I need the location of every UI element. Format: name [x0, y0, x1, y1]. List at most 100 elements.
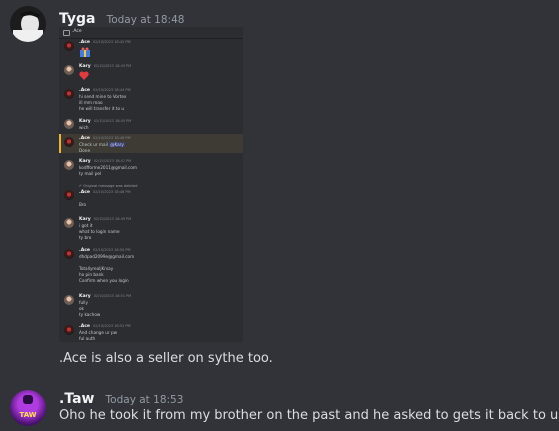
- avatar: [64, 325, 74, 335]
- mention: @Kary: [109, 142, 125, 147]
- embed-time: 02/10/2023 18:47 PM: [93, 159, 132, 163]
- embed-time: 02/10/2023 18:49 PM: [93, 217, 132, 221]
- message-header: .Taw Today at 18:53: [59, 388, 183, 407]
- embed-author-text: .Ace: [79, 136, 90, 141]
- message-tyga: Tyga Today at 18:48 .Ace .Ace 02/10/2023 …: [0, 0, 559, 370]
- avatar-crown-icon: [23, 395, 33, 404]
- avatar: [64, 249, 74, 259]
- embed-message: Kary 02/10/2023 18:49 PM i got it what to…: [59, 216, 243, 242]
- embed-author: Kary 02/10/2023 18:45 PM: [79, 119, 131, 124]
- embed-author-text: Kary: [79, 159, 91, 164]
- timestamp: Today at 18:53: [105, 394, 184, 406]
- embed-line: fully: [79, 300, 88, 305]
- embed-author-text: .Ace: [79, 88, 90, 93]
- reply-preview: ↱ Original message was deleted: [79, 184, 138, 188]
- dm-icon: [63, 30, 70, 36]
- embed-line-text: Check ur mail: [79, 142, 108, 147]
- embed-message: .Ace 02/10/2023 18:50 PM dhdpad2099e@gmai…: [59, 247, 243, 285]
- embed-line: Bro: [79, 202, 87, 207]
- embed-author: Kary 02/10/2023 18:47 PM: [79, 159, 131, 164]
- avatar-label: TAW: [19, 411, 37, 419]
- message-header: Tyga Today at 18:48: [59, 8, 184, 27]
- embed-line: ful auth: [79, 336, 96, 341]
- embed-line: kodfforme2011@gmail.com: [79, 165, 137, 170]
- embed-line: hi send mine to Vortex: [79, 94, 127, 99]
- avatar: [64, 41, 74, 51]
- embed-line: ty bro: [79, 235, 92, 240]
- embed-message: .Ace 02/10/2023 18:44 PM hi send mine to …: [59, 87, 243, 113]
- embed-line: he will transfer it to u: [79, 106, 125, 111]
- embed-author: .Ace 02/10/2023 18:42 PM: [79, 40, 131, 45]
- gift-sticker-icon: [80, 47, 90, 57]
- embed-header: .Ace: [59, 27, 243, 39]
- embed-message: Kary 02/10/2023 18:47 PM kodfforme2011@gm…: [59, 158, 243, 180]
- embed-author: Kary 02/10/2023 18:49 PM: [79, 217, 131, 222]
- embed-author-text: Kary: [79, 217, 91, 222]
- embed-line: ill mm mao: [79, 100, 103, 105]
- embed-author: .Ace 02/10/2023 18:52 PM: [79, 324, 131, 329]
- embed-line: wich: [79, 125, 89, 130]
- embed-author-text: .Ace: [79, 248, 90, 253]
- embed-author: .Ace 02/10/2023 18:48 PM: [79, 190, 131, 195]
- embed-channel: .Ace: [72, 29, 82, 34]
- embed-time: 02/10/2023 18:42 PM: [92, 40, 131, 44]
- embed-author: .Ace 02/10/2023 18:46 PM: [79, 136, 131, 141]
- embed-line: dhdpad2099e@gmail.com: [79, 254, 135, 259]
- avatar-tyga[interactable]: [10, 6, 46, 42]
- embed-time: 02/10/2023 18:52 PM: [92, 324, 131, 328]
- embed-message: Kary 02/10/2023 18:45 PM wich: [59, 118, 243, 132]
- embed-line: what to login name: [79, 229, 120, 234]
- avatar-image: [10, 6, 46, 42]
- embed-author-text: Kary: [79, 294, 91, 299]
- embed-line: And change ur pw: [79, 330, 118, 335]
- avatar: [64, 119, 74, 129]
- embed-message: Kary 02/10/2023 18:51 PM fully ok ty kach…: [59, 293, 243, 319]
- embed-line: Confirm when you login: [79, 278, 129, 283]
- embed-author: Kary 02/10/2023 18:43 PM: [79, 64, 131, 69]
- embed-message: Kary 02/10/2023 18:43 PM: [59, 63, 243, 85]
- embed-line: ok: [79, 306, 84, 311]
- embed-line: i got it: [79, 223, 93, 228]
- embed-author-text: Kary: [79, 119, 91, 124]
- avatar: [64, 65, 74, 75]
- embed-author-text: .Ace: [79, 190, 90, 195]
- message-taw: TAW .Taw Today at 18:53 Oho he took it f…: [0, 380, 559, 431]
- embed-time: 02/10/2023 18:44 PM: [92, 88, 131, 92]
- author-name[interactable]: Tyga: [59, 11, 95, 27]
- avatar: [64, 218, 74, 228]
- embed-author-text: Kary: [79, 64, 91, 69]
- embed-message: .Ace 02/10/2023 18:52 PM And change ur pw…: [59, 323, 243, 342]
- avatar: [64, 160, 74, 170]
- embed-author: .Ace 02/10/2023 18:50 PM: [79, 248, 131, 253]
- avatar: [64, 137, 74, 147]
- embed-time: 02/10/2023 18:51 PM: [93, 294, 132, 298]
- embed-line: ty kachow: [79, 312, 101, 317]
- embed-message: .Ace 02/10/2023 18:42 PM: [59, 39, 243, 59]
- embed-line: TotallyrealjKrsay: [79, 266, 114, 271]
- avatar: [64, 89, 74, 99]
- embed-line: ty mail pel: [79, 171, 102, 176]
- embed-time: 02/10/2023 18:50 PM: [92, 248, 131, 252]
- heart-icon: [79, 71, 89, 80]
- avatar-taw[interactable]: TAW: [10, 390, 46, 426]
- embed-author-text: .Ace: [79, 40, 90, 45]
- embed-line: ho pin bank: [79, 272, 104, 277]
- embed-time: 02/10/2023 18:43 PM: [93, 64, 132, 68]
- embed-author-text: .Ace: [79, 324, 90, 329]
- embed-time: 02/10/2023 18:48 PM: [92, 190, 131, 194]
- reply-text: Original message was deleted: [83, 184, 138, 188]
- embed-author: Kary 02/10/2023 18:51 PM: [79, 294, 131, 299]
- embed-line: Done: [79, 148, 91, 153]
- embed-author: .Ace 02/10/2023 18:44 PM: [79, 88, 131, 93]
- embed-time: 02/10/2023 18:45 PM: [93, 119, 132, 123]
- author-name[interactable]: .Taw: [59, 391, 94, 407]
- embed-line: Check ur mail @Kary: [79, 142, 125, 147]
- message-text: Oho he took it from my brother on the pa…: [59, 408, 559, 423]
- message-text: .Ace is also a seller on sythe too.: [59, 351, 273, 366]
- embed-message: ↱ Original message was deleted .Ace 02/10…: [59, 184, 243, 212]
- embed-message: .Ace 02/10/2023 18:46 PM Check ur mail @K…: [59, 136, 243, 153]
- timestamp: Today at 18:48: [106, 14, 185, 26]
- avatar: [64, 190, 74, 200]
- attached-screenshot[interactable]: .Ace .Ace 02/10/2023 18:42 PM Kary 02/10/2…: [59, 27, 243, 342]
- avatar: [64, 295, 74, 305]
